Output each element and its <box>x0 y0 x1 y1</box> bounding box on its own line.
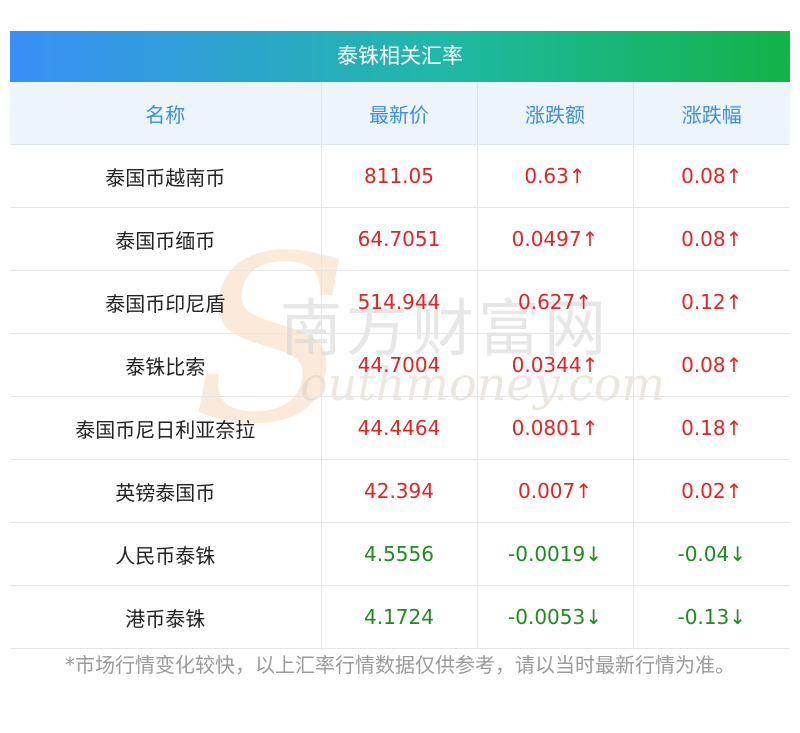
table-row: 泰国币缅币 64.7051 0.0497↑ 0.08↑ <box>10 207 790 271</box>
price-change-pct: 0.12↑ <box>633 270 790 334</box>
latest-price: 4.5556 <box>321 522 478 586</box>
exchange-rate-table: 名称 最新价 涨跌额 涨跌幅 泰国币越南币 811.05 0.63↑ 0.08↑… <box>10 82 790 649</box>
header-change-pct: 涨跌幅 <box>633 82 790 145</box>
header-price: 最新价 <box>321 82 478 145</box>
price-change-pct: 0.18↑ <box>633 396 790 460</box>
disclaimer-footnote: *市场行情变化较快，以上汇率行情数据仅供参考，请以当时最新行情为准。 <box>65 653 735 677</box>
table-row: 泰国币越南币 811.05 0.63↑ 0.08↑ <box>10 144 790 208</box>
table-row: 英镑泰国币 42.394 0.007↑ 0.02↑ <box>10 459 790 523</box>
price-change: 0.63↑ <box>477 144 634 208</box>
currency-pair-name: 泰国币越南币 <box>10 144 322 208</box>
price-change: 0.0344↑ <box>477 333 634 397</box>
currency-pair-name: 泰铢比索 <box>10 333 322 397</box>
latest-price: 44.4464 <box>321 396 478 460</box>
latest-price: 42.394 <box>321 459 478 523</box>
currency-pair-name: 泰国币缅币 <box>10 207 322 271</box>
price-change-pct: 0.08↑ <box>633 207 790 271</box>
price-change-pct: -0.13↓ <box>633 585 790 649</box>
currency-pair-name: 英镑泰国币 <box>10 459 322 523</box>
price-change: 0.007↑ <box>477 459 634 523</box>
latest-price: 4.1724 <box>321 585 478 649</box>
price-change-pct: 0.08↑ <box>633 144 790 208</box>
price-change-pct: -0.04↓ <box>633 522 790 586</box>
price-change-pct: 0.02↑ <box>633 459 790 523</box>
table-row: 泰国币尼日利亚奈拉 44.4464 0.0801↑ 0.18↑ <box>10 396 790 460</box>
latest-price: 514.944 <box>321 270 478 334</box>
currency-pair-name: 泰国币尼日利亚奈拉 <box>10 396 322 460</box>
latest-price: 811.05 <box>321 144 478 208</box>
table-row: 人民币泰铢 4.5556 -0.0019↓ -0.04↓ <box>10 522 790 586</box>
price-change: 0.0801↑ <box>477 396 634 460</box>
latest-price: 64.7051 <box>321 207 478 271</box>
price-change: 0.627↑ <box>477 270 634 334</box>
table-row: 港币泰铢 4.1724 -0.0053↓ -0.13↓ <box>10 585 790 649</box>
price-change: -0.0019↓ <box>477 522 634 586</box>
table-header-row: 名称 最新价 涨跌额 涨跌幅 <box>10 82 790 145</box>
price-change: -0.0053↓ <box>477 585 634 649</box>
price-change: 0.0497↑ <box>477 207 634 271</box>
header-name: 名称 <box>10 82 322 145</box>
table-row: 泰国币印尼盾 514.944 0.627↑ 0.12↑ <box>10 270 790 334</box>
latest-price: 44.7004 <box>321 333 478 397</box>
header-change: 涨跌额 <box>477 82 634 145</box>
currency-pair-name: 港币泰铢 <box>10 585 322 649</box>
table-row: 泰铢比索 44.7004 0.0344↑ 0.08↑ <box>10 333 790 397</box>
table-title: 泰铢相关汇率 <box>10 31 790 82</box>
currency-pair-name: 泰国币印尼盾 <box>10 270 322 334</box>
price-change-pct: 0.08↑ <box>633 333 790 397</box>
currency-pair-name: 人民币泰铢 <box>10 522 322 586</box>
exchange-rate-card: 泰铢相关汇率 名称 最新价 涨跌额 涨跌幅 泰国币越南币 811.05 0.63… <box>10 31 790 649</box>
